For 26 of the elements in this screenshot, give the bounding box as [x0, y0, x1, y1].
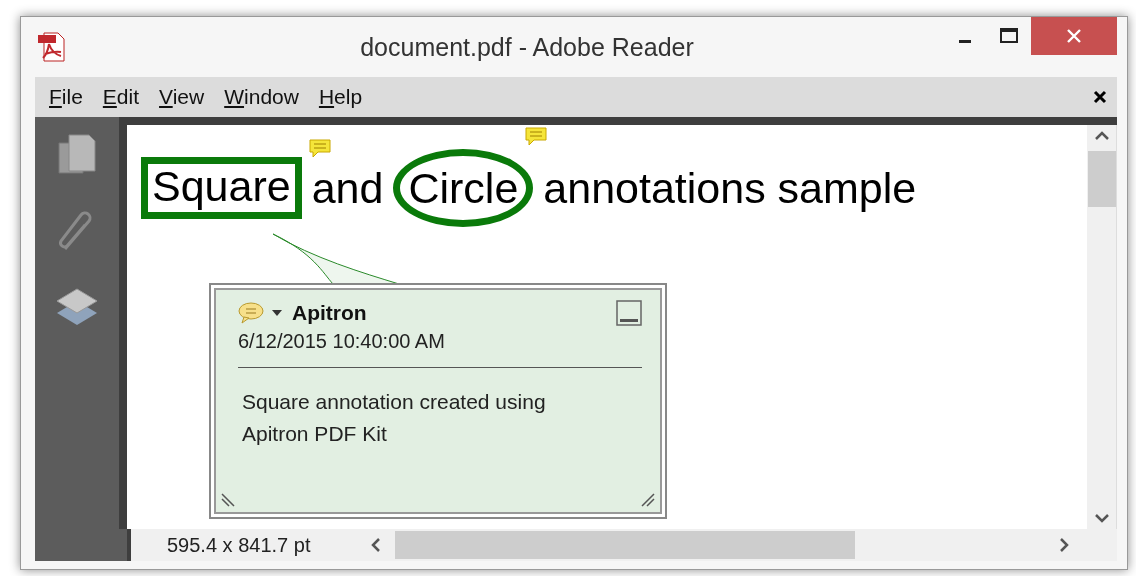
menu-item[interactable]: Help	[310, 83, 371, 111]
window-title: document.pdf - Adobe Reader	[359, 32, 695, 62]
maximize-icon	[999, 27, 1019, 45]
scroll-thumb[interactable]	[395, 531, 855, 559]
scroll-up-icon[interactable]	[1094, 131, 1109, 141]
annotation-text: Square annotation created using Apitron PDF Kit	[241, 389, 547, 447]
menu-item[interactable]: View	[151, 83, 213, 111]
heading-text: annotations sample	[543, 166, 917, 210]
caret-icon[interactable]	[272, 310, 282, 316]
menu-item[interactable]: Window	[216, 83, 307, 111]
scroll-left-icon[interactable]	[371, 538, 381, 552]
vertical-scrollbar[interactable]	[1087, 125, 1117, 529]
annotation-date: 6/12/2015 10:40:00 AM	[238, 330, 446, 353]
page-size-label: 595.4 x 841.7 pt	[166, 533, 312, 557]
menu-item[interactable]: File	[41, 83, 91, 111]
heading-text: and	[311, 166, 384, 210]
scroll-right-icon[interactable]	[1059, 538, 1069, 552]
close-document-button[interactable]	[1091, 88, 1109, 106]
scroll-thumb[interactable]	[1087, 151, 1116, 207]
minimize-icon	[959, 39, 971, 43]
annotation-author: Apitron	[292, 301, 367, 325]
minimize-note-button[interactable]	[616, 300, 642, 326]
scroll-down-icon[interactable]	[1094, 513, 1109, 523]
menu-item[interactable]: Edit	[94, 83, 148, 111]
square-annotation[interactable]: Square	[141, 157, 302, 219]
circle-annotation[interactable]: Circle	[393, 149, 534, 227]
